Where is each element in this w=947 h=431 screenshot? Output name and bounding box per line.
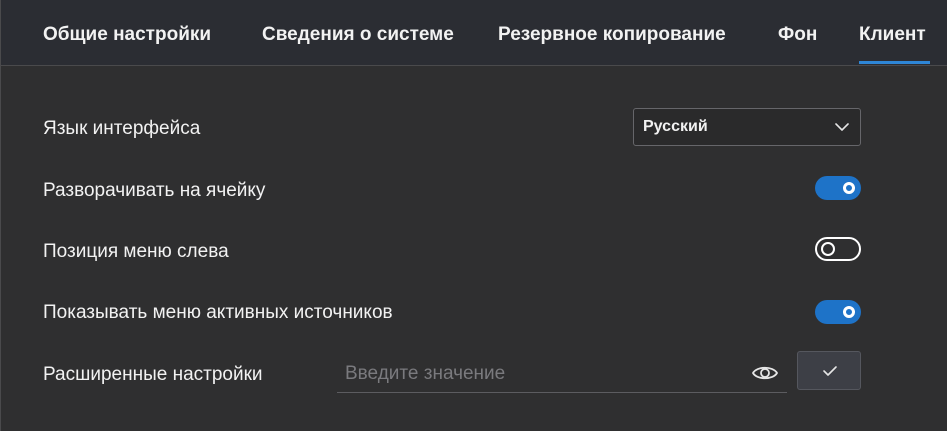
tab-bar: Общие настройки Сведения о системе Резер… [1,0,947,66]
tab-backup[interactable]: Резервное копирование [498,24,726,46]
confirm-button[interactable] [797,351,861,390]
eye-icon[interactable] [751,362,779,384]
toggle-knob [843,182,855,194]
tab-general-settings[interactable]: Общие настройки [43,24,211,46]
language-select[interactable]: Русский [633,108,861,146]
toggle-knob [821,242,835,256]
advanced-settings-input-wrap [337,355,787,393]
show-active-sources-toggle[interactable] [815,300,861,324]
show-active-sources-label: Показывать меню активных источников [43,302,393,323]
menu-left-toggle[interactable] [815,237,861,261]
expand-to-cell-label: Разворачивать на ячейку [43,180,266,201]
tab-system-info[interactable]: Сведения о системе [262,24,454,46]
tab-background[interactable]: Фон [778,24,817,46]
toggle-knob [843,306,855,318]
active-tab-indicator [859,61,930,64]
chevron-down-icon [835,123,849,131]
settings-window: Общие настройки Сведения о системе Резер… [0,0,947,431]
advanced-settings-input[interactable] [345,361,735,387]
language-select-value: Русский [643,118,708,135]
check-icon [823,366,837,376]
language-label: Язык интерфейса [43,118,201,139]
advanced-settings-label: Расширенные настройки [43,364,263,385]
tab-client[interactable]: Клиент [859,24,926,46]
menu-left-label: Позиция меню слева [43,241,229,262]
expand-to-cell-toggle[interactable] [815,176,861,200]
